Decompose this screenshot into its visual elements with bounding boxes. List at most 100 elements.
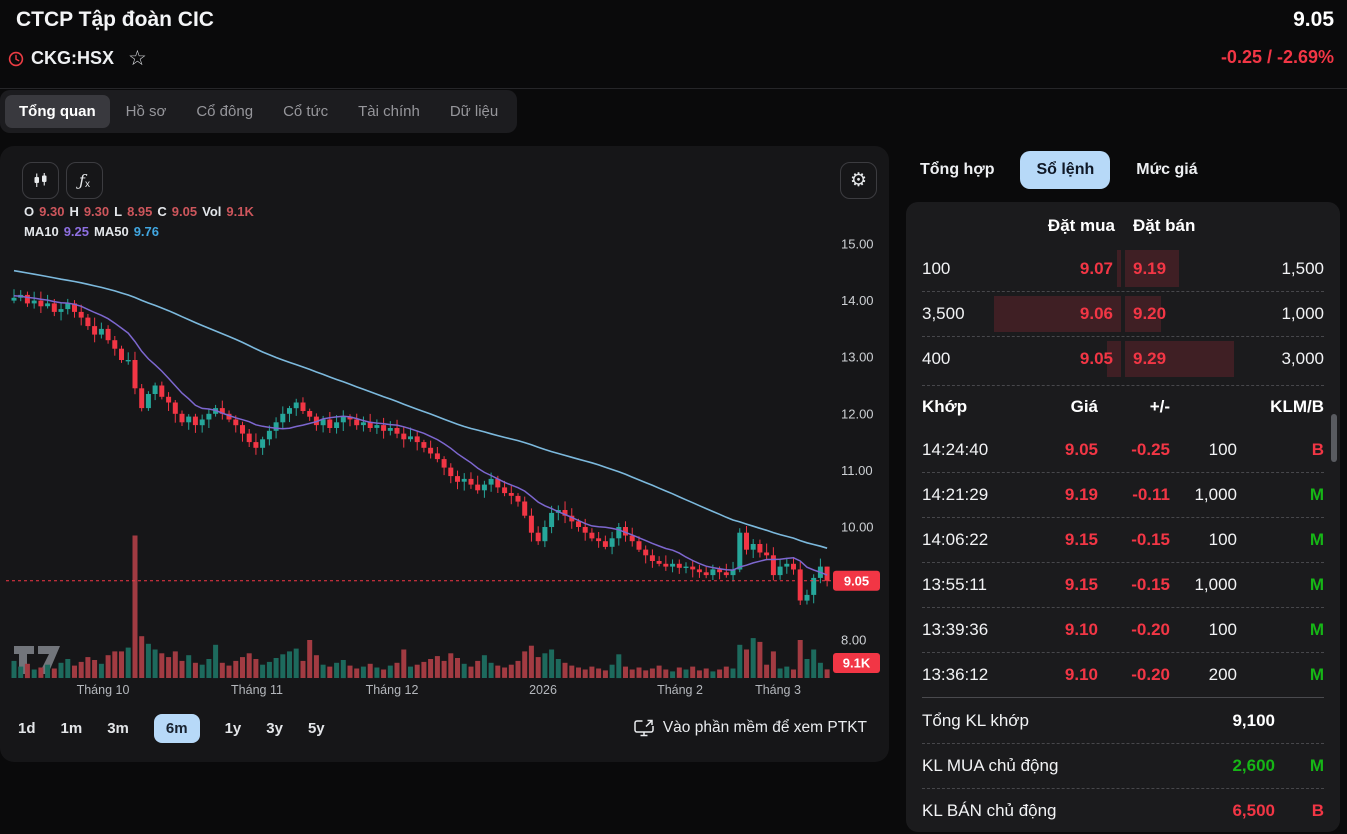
nav-tab-strip: Tổng quanHồ sơCổ đôngCổ tứcTài chínhDữ l… xyxy=(0,90,517,133)
page-title: CTCP Tập đoàn CIC xyxy=(16,8,214,32)
time-axis: Tháng 10Tháng 11Tháng 122026Tháng 2Tháng… xyxy=(77,683,801,697)
trades-scrollbar-thumb[interactable] xyxy=(1331,414,1337,462)
trade-rows: 14:24:409.05-0.25100B14:21:299.19-0.111,… xyxy=(922,427,1324,697)
nav-tab-du-lieu[interactable]: Dữ liệu xyxy=(436,95,512,128)
range-selector: 1d 1m 3m 6m 1y 3y 5y xyxy=(18,712,325,744)
orderbook-header: Đặt mua Đặt bán xyxy=(922,206,1324,246)
ma50-line xyxy=(14,271,827,549)
svg-text:2026: 2026 xyxy=(529,683,557,697)
svg-text:11.00: 11.00 xyxy=(841,463,873,478)
svg-text:13.00: 13.00 xyxy=(841,350,874,365)
panel-tab-so-lenh[interactable]: Sổ lệnh xyxy=(1020,151,1110,189)
summary-label: KL BÁN chủ động xyxy=(922,801,1165,821)
col-gia: Giá xyxy=(1018,397,1098,417)
price-badge: 9.05 xyxy=(833,571,880,591)
summary-value: 6,500 xyxy=(1165,801,1275,821)
ticker-row: CKG:HSX ☆ xyxy=(8,48,147,69)
volume-badge: 9.1K xyxy=(833,653,880,673)
ask-price: 9.19 xyxy=(1123,259,1254,279)
bid-volume: 3,500 xyxy=(922,304,992,324)
svg-text:9.05: 9.05 xyxy=(844,573,869,588)
open-ptkt-link[interactable]: Vào phần mềm để xem PTKT xyxy=(634,718,867,737)
svg-text:12.00: 12.00 xyxy=(841,406,874,421)
range-6m[interactable]: 6m xyxy=(154,714,200,743)
orderbook-rows: 1009.079.191,5003,5009.069.201,0004009.0… xyxy=(922,246,1324,381)
svg-text:Tháng 12: Tháng 12 xyxy=(366,683,419,697)
col-khop: Khớp xyxy=(922,397,1018,417)
candlestick-icon xyxy=(31,171,50,190)
trade-change: -0.25 xyxy=(1098,440,1170,460)
volume-bars xyxy=(12,536,830,679)
col-klmb: KLM/B xyxy=(1170,397,1324,417)
bid-volume: 400 xyxy=(922,349,992,369)
trade-qty: 1,000 xyxy=(1170,485,1237,505)
range-1y[interactable]: 1y xyxy=(225,720,242,737)
ticker-symbol: CKG:HSX xyxy=(31,48,114,69)
trade-change: -0.15 xyxy=(1098,575,1170,595)
ask-price: 9.20 xyxy=(1123,304,1254,324)
ma10-value: 9.25 xyxy=(64,224,89,239)
trade-time: 14:24:40 xyxy=(922,440,1018,460)
star-icon[interactable]: ☆ xyxy=(128,48,147,69)
nav-tab-co-tuc[interactable]: Cổ tức xyxy=(269,95,342,128)
trade-row: 14:06:229.15-0.15100M xyxy=(922,517,1324,562)
trade-qty: 100 xyxy=(1170,440,1237,460)
indicators-fx-button[interactable]: ƒx xyxy=(66,162,103,199)
range-1d[interactable]: 1d xyxy=(18,720,36,737)
trade-qty: 200 xyxy=(1170,665,1237,685)
trade-row: 13:55:119.15-0.151,000M xyxy=(922,562,1324,607)
panel-tab-muc-gia[interactable]: Mức giá xyxy=(1136,161,1197,179)
range-1m[interactable]: 1m xyxy=(61,720,83,737)
orderbook-row[interactable]: 1009.079.191,500 xyxy=(922,246,1324,291)
ohlc-legend: O9.30 H9.30 L8.95 C9.05 Vol9.1K xyxy=(24,204,254,219)
range-3y[interactable]: 3y xyxy=(266,720,283,737)
open-value: 9.30 xyxy=(39,204,64,219)
summary-row: KL BÁN chủ động6,500B xyxy=(922,788,1324,833)
current-price: 9.05 xyxy=(1293,8,1334,32)
gear-icon[interactable]: ⚙ xyxy=(840,162,877,199)
svg-text:Tháng 2: Tháng 2 xyxy=(657,683,703,697)
trade-qty: 1,000 xyxy=(1170,575,1237,595)
trade-price: 9.15 xyxy=(1018,530,1098,550)
trade-change: -0.15 xyxy=(1098,530,1170,550)
header-divider xyxy=(0,88,1347,89)
candlestick-style-button[interactable] xyxy=(22,162,59,199)
volume-value: 9.1K xyxy=(226,204,253,219)
chart-card: 9.059.1K15.0014.0013.0012.0011.0010.008.… xyxy=(0,146,889,762)
app: CTCP Tập đoàn CIC CKG:HSX ☆ 9.05 -0.25 /… xyxy=(0,0,1347,834)
svg-text:10.00: 10.00 xyxy=(841,520,874,535)
range-3m[interactable]: 3m xyxy=(107,720,129,737)
trade-side: M xyxy=(1237,665,1324,685)
svg-text:8.00: 8.00 xyxy=(841,633,866,648)
orderbook-row[interactable]: 3,5009.069.201,000 xyxy=(922,291,1324,336)
trade-price: 9.10 xyxy=(1018,620,1098,640)
range-5y[interactable]: 5y xyxy=(308,720,325,737)
col-change: +/- xyxy=(1098,397,1170,417)
summary-row: KL MUA chủ động2,600M xyxy=(922,743,1324,788)
trade-row: 13:36:129.10-0.20200M xyxy=(922,652,1324,697)
bid-price: 9.06 xyxy=(992,304,1123,324)
ma10-line xyxy=(14,296,827,575)
trade-row: 14:24:409.05-0.25100B xyxy=(922,427,1324,472)
panel-tab-tong-hop[interactable]: Tổng hợp xyxy=(920,161,994,179)
nav-tab-co-dong[interactable]: Cổ đông xyxy=(182,95,267,128)
orderbook-row[interactable]: 4009.059.293,000 xyxy=(922,336,1324,381)
trade-side: M xyxy=(1237,530,1324,550)
nav-tab-tong-quan[interactable]: Tổng quan xyxy=(5,95,110,128)
price-change: -0.25 / -2.69% xyxy=(1221,47,1334,68)
ask-volume: 1,000 xyxy=(1254,304,1324,324)
nav-tab-ho-so[interactable]: Hồ sơ xyxy=(112,95,181,128)
trade-row: 14:21:299.19-0.111,000M xyxy=(922,472,1324,517)
trade-time: 13:36:12 xyxy=(922,665,1018,685)
clock-icon xyxy=(8,51,24,67)
summary-value: 9,100 xyxy=(1165,711,1275,731)
trade-time: 13:55:11 xyxy=(922,575,1018,595)
bid-price: 9.07 xyxy=(992,259,1123,279)
ptkt-label: Vào phần mềm để xem PTKT xyxy=(663,719,867,737)
nav-tab-tai-chinh[interactable]: Tài chính xyxy=(344,95,434,128)
ask-price: 9.29 xyxy=(1123,349,1254,369)
trade-qty: 100 xyxy=(1170,530,1237,550)
ma-legend: MA109.25 MA509.76 xyxy=(24,224,159,239)
summary-value: 2,600 xyxy=(1165,756,1275,776)
close-value: 9.05 xyxy=(172,204,197,219)
